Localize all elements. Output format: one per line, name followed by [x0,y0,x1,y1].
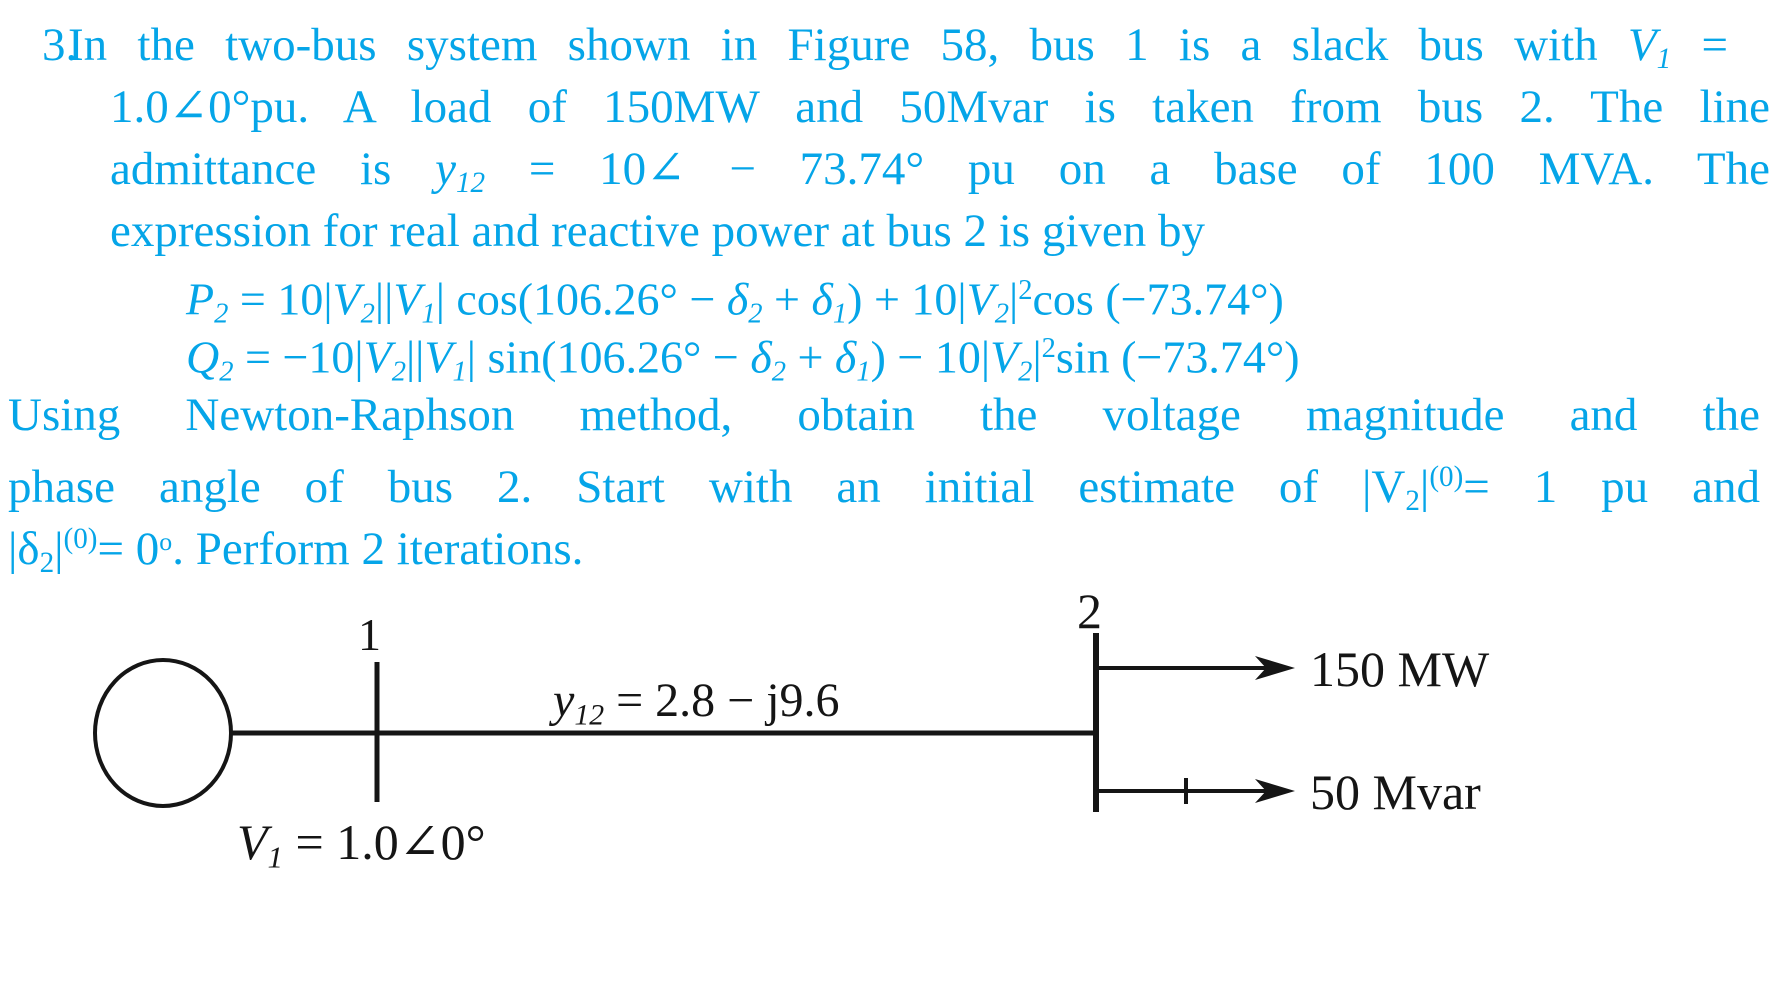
closing-line-1: Using Newton-Raphson method, obtain the … [8,384,1760,446]
p2-v2b: V [966,273,995,325]
admittance-subscript: 12 [574,698,605,732]
q2-delta1: δ [834,331,857,383]
line3-symbol-y: y [435,143,456,195]
p2-tail-2: cos (−73.74°) [1032,273,1284,325]
closing-line-3-degree: o [159,526,173,556]
q2-plus: + [785,331,835,383]
generator-voltage-subscript: 1 [267,839,284,875]
q2-delta1-sub: 1 [856,356,871,388]
q2-tail-2: sin (−73.74°) [1055,331,1300,383]
q2-square: 2 [1041,333,1056,364]
closing-line-3-d: . Perform 2 iterations. [172,523,584,576]
q2-bar: | [1032,331,1042,383]
q2-v1: V [424,331,453,383]
generator-voltage-symbol: V [237,814,268,870]
line1-symbol-v: V [1627,19,1657,71]
p2-cos-open: | cos(106.26° − [435,273,727,325]
closing-line-2-a: phase angle of bus 2. Start with an init… [8,461,1406,514]
bus-2-label: 2 [1077,582,1102,640]
closing-line-2-c: = 1 pu and [1463,461,1760,514]
p2-delta1: δ [811,273,833,325]
closing-line-3: |δ2|(0)= 0o. Perform 2 iterations. [8,508,1760,594]
q2-v1-sub: 1 [452,356,467,388]
generator-symbol-icon [93,658,233,808]
q2-v2b-sub: 2 [1018,356,1033,388]
p2-tail-1: ) + 10| [847,273,967,325]
q2-bars-1: || [405,331,425,383]
line3-text-b: = 10∠ − 73.74° pu on a base of 100 MVA. … [485,143,1770,195]
closing-line-3-sup: (0) [63,523,98,555]
admittance-symbol: y [553,674,575,727]
line1-text-eq: = [1671,19,1728,71]
p2-bars-1: || [374,273,394,325]
p2-plus: + [762,273,812,325]
bus-1-label: 1 [358,608,381,661]
closing-line-3-c: = 0 [97,523,160,576]
p2-symbol: P [186,273,215,325]
closing-line-3-sub: 2 [39,547,55,580]
p2-v1: V [393,273,422,325]
q2-delta2-sub: 2 [771,356,786,388]
p2-v2: V [332,273,361,325]
line3-text-a: admittance is [110,143,436,195]
q2-delta2: δ [750,331,772,383]
bus-2-label-text: 2 [1077,583,1102,639]
load-reactive-text: 50 Mvar [1310,764,1481,820]
line3-symbol-y-sub: 12 [455,167,486,200]
closing-line-1-text: Using Newton-Raphson method, obtain the … [8,389,1760,441]
closing-line-3-a: |δ [8,523,40,576]
admittance-label: y12 = 2.8 − j9.6 [553,673,840,732]
generator-voltage-value: = 1.0∠0° [283,814,486,870]
question-line-2: 1.0∠0°pu. A load of 150MW and 50Mvar is … [110,76,1770,138]
line4-text: expression for real and reactive power a… [110,205,1205,257]
q2-sin-open: | sin(106.26° − [466,331,751,383]
q2-v2b: V [990,331,1019,383]
closing-line-2-b: | [1419,461,1430,514]
q2-symbol-sub: 2 [219,356,234,388]
one-line-diagram-figure: 1 2 y12 = 2.8 − j9.6 V1 = 1.0∠0° 150 MW … [0,583,1770,990]
p2-eq-open: = 10| [228,273,333,325]
load-reactive-label: 50 Mvar [1310,763,1481,821]
load-real-label: 150 MW [1310,640,1489,698]
question-line-4: expression for real and reactive power a… [110,200,1770,262]
line1-text-a: In the two-bus system shown in Figure 58… [68,19,1628,71]
load-real-text: 150 MW [1310,641,1490,697]
generator-voltage-label: V1 = 1.0∠0° [237,813,486,876]
q2-tail-1: ) − 10| [870,331,991,383]
closing-line-3-b: | [54,523,64,576]
line2-text: 1.0∠0°pu. A load of 150MW and 50Mvar is … [110,81,1770,133]
q2-v2: V [363,331,392,383]
q2-eq-open: = −10| [233,331,364,383]
line1-symbol-v-sub: 1 [1656,43,1672,76]
p2-square: 2 [1018,275,1033,306]
bus-1-label-text: 1 [358,609,381,660]
closing-line-2-sup: (0) [1429,461,1464,493]
q2-v2-sub: 2 [391,356,406,388]
question-number: 3. [42,19,78,71]
admittance-value: = 2.8 − j9.6 [604,674,840,727]
p2-delta2: δ [726,273,749,325]
p2-bar: | [1009,273,1019,325]
q2-symbol: Q [186,331,220,383]
